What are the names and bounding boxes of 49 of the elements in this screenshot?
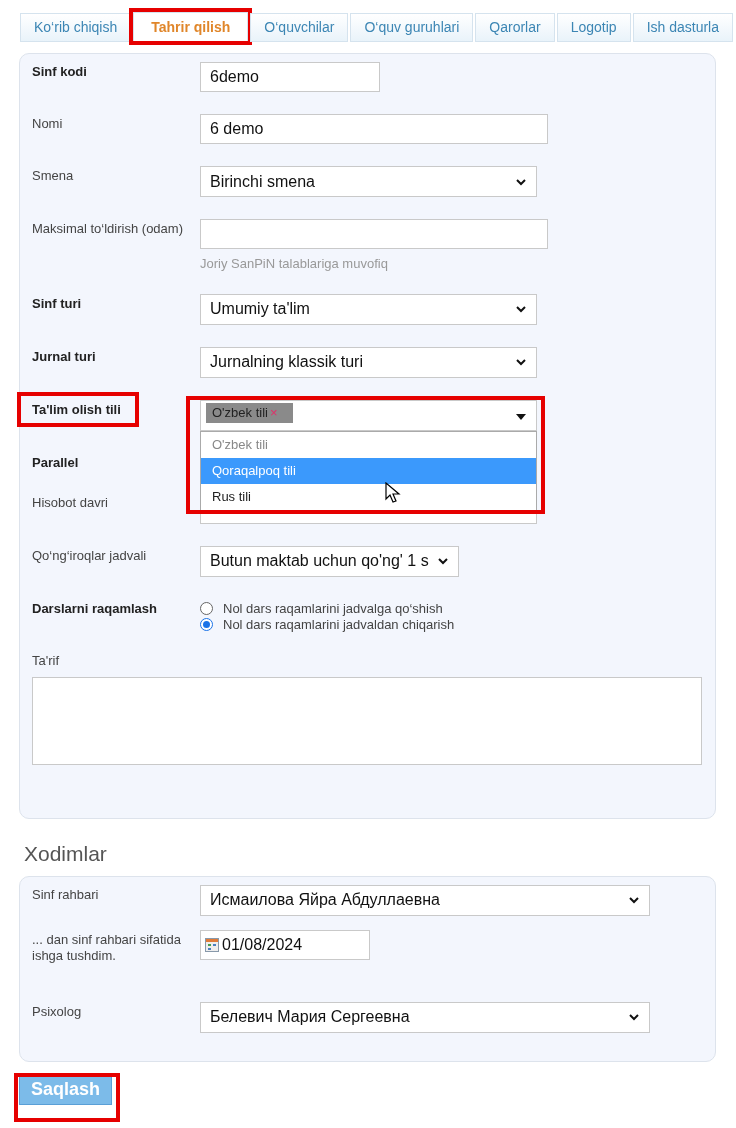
- field-label: Darslarni raqamlash: [32, 600, 157, 616]
- date-field[interactable]: 01/08/2024: [200, 929, 370, 960]
- tab[interactable]: Qarorlar: [475, 13, 555, 42]
- radio-button[interactable]: [200, 618, 213, 631]
- tab[interactable]: Ko‘rib chiqish: [20, 13, 132, 42]
- tag-chip: O'zbek tili×: [206, 402, 293, 423]
- select-field[interactable]: Butun maktab uchun qo'ng' 1 s: [200, 545, 459, 577]
- field-label: ... dan sinf rahbari sifatida ishga tushdim.: [32, 931, 181, 963]
- select-field[interactable]: Белевич Мария Сергеевна: [200, 1001, 650, 1033]
- field-label: Qo‘ng‘iroqlar jadvali: [32, 547, 147, 563]
- radio-label: Nol dars raqamlarini jadvaldan chiqarish: [223, 616, 455, 634]
- select-field[interactable]: Birinchi smena: [200, 166, 537, 197]
- caret-down-icon: [516, 413, 526, 420]
- multi-select-field[interactable]: O'zbek tili×: [200, 399, 537, 431]
- select-field[interactable]: Исмаилова Яйра Абдуллаевна: [200, 884, 650, 916]
- field-label: Smena: [32, 168, 74, 183]
- field-label: Hisobot davri: [32, 494, 108, 510]
- tab[interactable]: O‘quvchilar: [250, 13, 349, 42]
- field-label: Jurnal turi: [32, 348, 96, 364]
- select-field[interactable]: Umumiy ta'lim: [200, 293, 537, 325]
- field-label: Sinf kodi: [32, 64, 87, 79]
- chevron-down-icon: [515, 177, 527, 186]
- chevron-down-icon: [628, 1013, 640, 1021]
- field-label: Ta'rif: [32, 652, 60, 668]
- field-label: Ta'lim olish tili: [32, 401, 121, 417]
- input-field[interactable]: 6 demo: [200, 114, 548, 144]
- radio-label: Nol dars raqamlarini jadvalga qo‘shish: [223, 599, 443, 618]
- field-label: Maksimal to‘ldirish (odam): [32, 221, 183, 236]
- field-label: Sinf turi: [32, 295, 82, 311]
- field-label: Sinf rahbari: [32, 886, 99, 902]
- chevron-down-icon: [628, 896, 640, 904]
- tab[interactable]: Logotip: [556, 13, 631, 42]
- calendar-icon[interactable]: [205, 937, 219, 952]
- select-field[interactable]: Jurnalning klassik turi: [200, 346, 537, 378]
- field-label: Psixolog: [32, 1003, 82, 1019]
- tab[interactable]: O‘quv guruhlari: [350, 13, 474, 42]
- radio-button[interactable]: [200, 602, 213, 615]
- dropdown-option[interactable]: Qoraqalpoq tili: [201, 457, 536, 484]
- input-field[interactable]: [200, 219, 548, 249]
- input-field[interactable]: 6demo: [200, 62, 380, 92]
- field-label: Parallel: [32, 454, 79, 470]
- tab[interactable]: Ish dasturla: [632, 13, 733, 42]
- chevron-down-icon: [515, 305, 527, 313]
- hint-text: Joriy SanPiN talablariga muvofiq: [200, 255, 389, 273]
- mouse-pointer-icon: [385, 481, 401, 504]
- field-label: Nomi: [32, 116, 63, 131]
- chevron-down-icon: [437, 557, 449, 565]
- section-title: Xodimlar: [24, 841, 108, 867]
- chevron-down-icon: [515, 358, 527, 366]
